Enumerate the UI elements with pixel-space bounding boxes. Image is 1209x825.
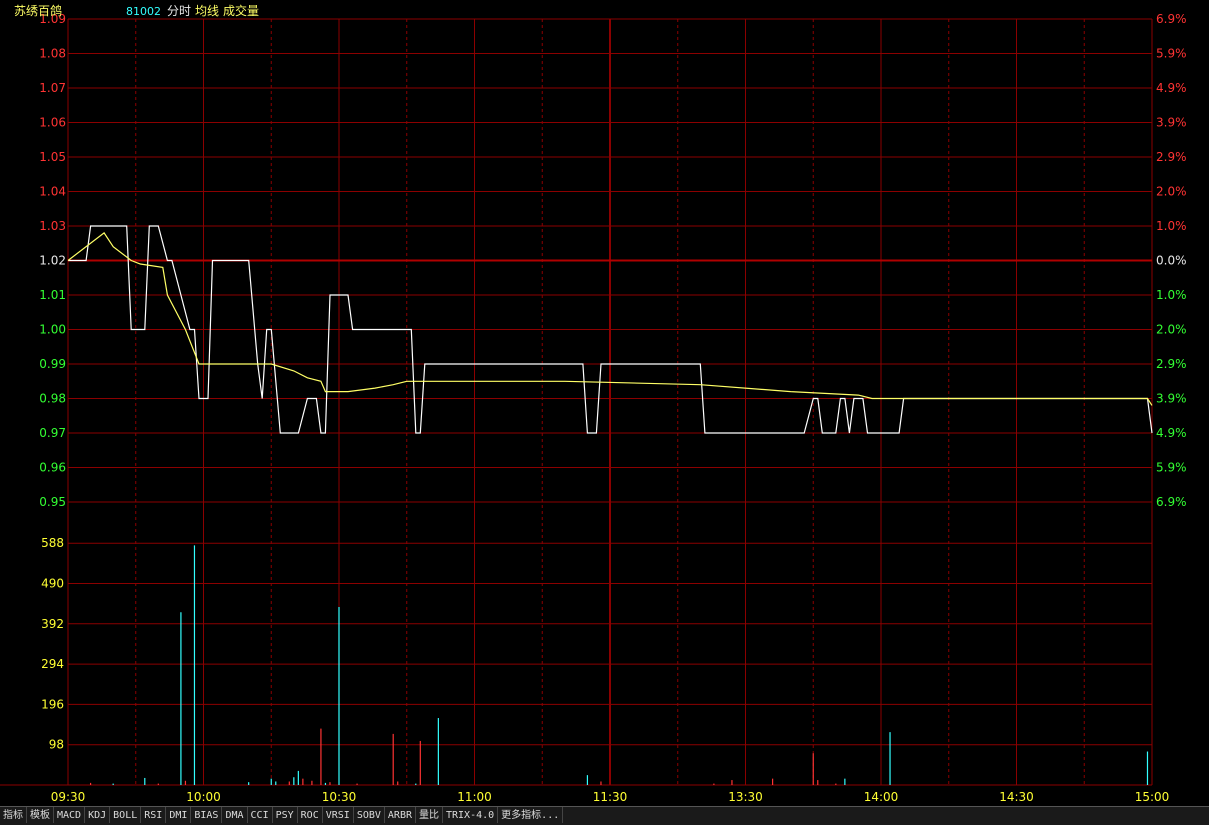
percent-tick-label: 5.9%	[1156, 47, 1187, 61]
price-tick-label: 1.06	[39, 116, 66, 130]
indicator-tab[interactable]: TRIX-4.0	[443, 807, 499, 823]
price-tick-label: 0.95	[39, 495, 66, 509]
price-tick-label: 1.03	[39, 219, 66, 233]
indicator-tab[interactable]: CCI	[248, 807, 273, 823]
percent-tick-label: 2.9%	[1156, 150, 1187, 164]
indicator-tab-bar: 指标 模板 MACD KDJ BOLL RSI DMI BIAS DMA CCI PSY ROC VRS…	[0, 806, 1209, 825]
price-tick-label: 1.02	[39, 254, 66, 268]
percent-tick-label: 4.9%	[1156, 81, 1187, 95]
time-tick-label: 10:30	[322, 790, 357, 804]
time-tick-label: 09:30	[51, 790, 86, 804]
indicator-tab[interactable]: ARBR	[385, 807, 416, 823]
stock-name: 苏绣百鸽	[14, 3, 62, 18]
price-tick-label: 0.96	[39, 461, 66, 475]
time-tick-label: 11:30	[593, 790, 628, 804]
volume-tick-label: 98	[49, 738, 64, 752]
time-tick-label: 10:00	[186, 790, 221, 804]
percent-tick-label: 5.9%	[1156, 461, 1187, 475]
percent-tick-label: 6.9%	[1156, 12, 1187, 26]
price-tick-label: 1.07	[39, 81, 66, 95]
price-tick-label: 0.98	[39, 392, 66, 406]
indicator-label-volume: 成交量	[223, 3, 259, 18]
indicator-tab[interactable]: MACD	[54, 807, 86, 823]
indicator-tab[interactable]: BOLL	[110, 807, 142, 823]
percent-tick-label: 2.9%	[1156, 357, 1187, 371]
volume-tick-label: 588	[41, 536, 64, 550]
indicator-tab[interactable]: DMA	[222, 807, 248, 823]
price-tick-label: 1.05	[39, 150, 66, 164]
indicator-tab[interactable]: VRSI	[323, 807, 354, 823]
indicator-tab[interactable]: KDJ	[85, 807, 111, 823]
volume-tick-label: 196	[41, 697, 64, 711]
indicator-tab[interactable]: 量比	[416, 807, 443, 823]
time-tick-label: 15:00	[1135, 790, 1170, 804]
indicator-label-avg: 均线	[195, 4, 219, 18]
volume-tick-label: 392	[41, 617, 64, 631]
indicator-tab[interactable]: 模板	[27, 807, 54, 823]
indicator-tab[interactable]: BIAS	[191, 807, 223, 823]
intraday-chart: 1.091.081.071.061.051.041.031.021.011.00…	[0, 0, 1209, 806]
time-tick-label: 14:00	[864, 790, 899, 804]
time-tick-label: 14:30	[999, 790, 1034, 804]
volume-tick-label: 490	[41, 577, 64, 591]
indicator-tab[interactable]: ROC	[298, 807, 323, 823]
volume-tick-label: 294	[41, 657, 64, 671]
indicator-tab[interactable]: SOBV	[354, 807, 385, 823]
percent-tick-label: 0.0%	[1156, 254, 1187, 268]
price-tick-label: 0.99	[39, 357, 66, 371]
percent-tick-label: 3.9%	[1156, 116, 1187, 130]
price-tick-label: 1.04	[39, 185, 66, 199]
indicator-tab[interactable]: 指标	[0, 807, 27, 823]
price-tick-label: 1.00	[39, 323, 66, 337]
time-axis-labels: 09:30 10:00 10:30 11:00 11:30 13:30 14:00 14:30…	[51, 790, 1170, 804]
percent-axis-labels: 6.9% 5.9% 4.9% 3.9% 2.9% 2.0% 1.0% 0.0% 1.0% 2.0%…	[1156, 12, 1187, 509]
percent-tick-label: 2.0%	[1156, 185, 1187, 199]
indicator-label-timeshare: 分时	[167, 4, 191, 18]
percent-tick-label: 1.0%	[1156, 219, 1187, 233]
indicator-tab[interactable]: RSI	[141, 807, 167, 823]
indicator-tab[interactable]: PSY	[273, 807, 298, 823]
price-tick-label: 0.97	[39, 426, 66, 440]
time-tick-label: 13:30	[728, 790, 763, 804]
price-tick-label: 1.01	[39, 288, 66, 302]
indicator-tab[interactable]: DMI	[166, 807, 192, 823]
percent-tick-label: 1.0%	[1156, 288, 1187, 302]
percent-tick-label: 3.9%	[1156, 392, 1187, 406]
stock-code: 81002	[126, 5, 161, 18]
chart-header: 苏绣百鸽 81002 分时 均线 成交量	[14, 3, 259, 18]
percent-tick-label: 6.9%	[1156, 495, 1187, 509]
price-tick-label: 1.08	[39, 47, 66, 61]
percent-tick-label: 2.0%	[1156, 323, 1187, 337]
percent-tick-label: 4.9%	[1156, 426, 1187, 440]
indicator-tab[interactable]: 更多指标...	[498, 807, 564, 823]
time-tick-label: 11:00	[457, 790, 492, 804]
price-axis-labels: 1.091.081.071.061.051.041.031.021.011.00…	[39, 12, 66, 509]
